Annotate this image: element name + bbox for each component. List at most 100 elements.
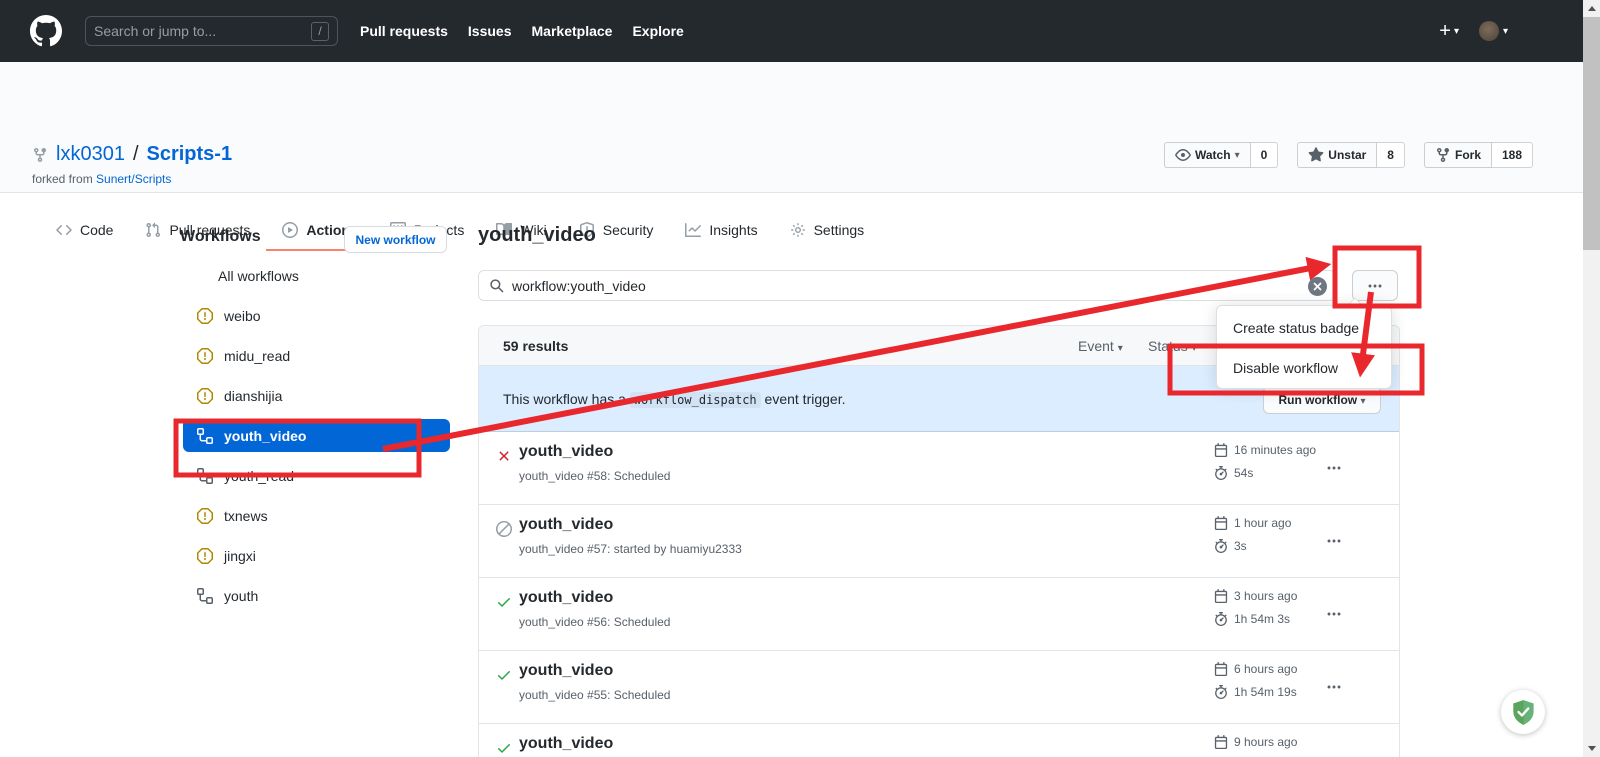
calendar-icon — [1214, 443, 1228, 457]
code-icon — [56, 222, 72, 238]
workflow-label: txnews — [224, 508, 268, 524]
create-new-button[interactable]: +▾ — [1439, 20, 1459, 43]
global-search[interactable]: / — [85, 16, 338, 46]
sidebar-item-jingxi[interactable]: jingxi — [183, 539, 450, 572]
run-time: 1 hour ago — [1214, 516, 1291, 530]
fork-button-group: Fork 188 — [1424, 142, 1533, 168]
stopwatch-icon — [1214, 539, 1228, 553]
header-nav-issues[interactable]: Issues — [468, 23, 512, 39]
tab-settings[interactable]: Settings — [774, 213, 881, 251]
sidebar-item-youth-read[interactable]: youth_read — [183, 459, 450, 492]
sidebar-item-youth-video[interactable]: youth_video — [183, 419, 450, 452]
run-duration: 1h 54m 19s — [1214, 685, 1297, 699]
stopwatch-icon — [1214, 612, 1228, 626]
workflow-icon — [197, 468, 213, 484]
scroll-up-icon[interactable] — [1583, 0, 1600, 17]
watch-count[interactable]: 0 — [1251, 142, 1279, 168]
run-title-link[interactable]: youth_video — [519, 589, 613, 607]
workflow-icon — [197, 428, 213, 444]
x-icon — [496, 448, 512, 464]
chevron-down-icon: ▾ — [1503, 26, 1508, 37]
clear-search-icon[interactable] — [1308, 277, 1327, 296]
run-title-link[interactable]: youth_video — [519, 443, 613, 461]
header-nav: Pull requests Issues Marketplace Explore — [360, 0, 684, 62]
run-options-icon[interactable] — [1324, 460, 1344, 476]
alert-octagon-icon — [197, 548, 213, 564]
run-title-link[interactable]: youth_video — [519, 735, 613, 753]
sidebar-item-txnews[interactable]: txnews — [183, 499, 450, 532]
top-header: / Pull requestsIssuesMarketplaceExplore … — [0, 0, 1583, 62]
star-icon — [1308, 147, 1324, 163]
unstar-button[interactable]: Unstar — [1297, 142, 1377, 168]
fork-button[interactable]: Fork — [1424, 142, 1492, 168]
workflow-options-button[interactable] — [1352, 270, 1398, 301]
search-icon — [489, 278, 504, 293]
header-nav-marketplace[interactable]: Marketplace — [532, 23, 613, 39]
calendar-icon — [1214, 589, 1228, 603]
menu-item-create-status-badge[interactable]: Create status badge — [1217, 308, 1391, 348]
workflow-label: youth_read — [224, 468, 294, 484]
sidebar-item-all-workflows[interactable]: All workflows — [183, 259, 450, 292]
watch-button[interactable]: Watch▾ — [1164, 142, 1251, 168]
global-search-input[interactable] — [94, 23, 311, 39]
workflow-label: All workflows — [218, 268, 299, 284]
repo-owner-link[interactable]: lxk0301 — [56, 143, 125, 166]
alert-octagon-icon — [197, 308, 213, 324]
page-scrollbar[interactable] — [1583, 0, 1600, 757]
play-icon — [282, 222, 298, 238]
runs-search-input[interactable] — [512, 278, 1325, 294]
sidebar-item-youth[interactable]: youth — [183, 579, 450, 612]
sidebar-item-dianshijia[interactable]: dianshijia — [183, 379, 450, 412]
forked-from-link[interactable]: Sunert/Scripts — [96, 172, 171, 186]
tab-code[interactable]: Code — [40, 213, 129, 251]
run-options-icon[interactable] — [1324, 752, 1344, 757]
kebab-icon — [1367, 278, 1383, 294]
run-workflow-button[interactable]: Run workflow ▾ — [1263, 386, 1381, 414]
run-subtitle: youth_video #58: Scheduled — [519, 469, 670, 483]
run-subtitle: youth_video #57: started by huamiyu2333 — [519, 542, 742, 556]
calendar-icon — [1214, 516, 1228, 530]
scroll-down-icon[interactable] — [1583, 740, 1600, 757]
user-menu[interactable]: ▾ — [1479, 21, 1508, 41]
run-title-link[interactable]: youth_video — [519, 516, 613, 534]
tab-insights[interactable]: Insights — [669, 213, 773, 251]
repo-title: lxk0301 / Scripts-1 — [32, 143, 232, 166]
fork-count[interactable]: 188 — [1492, 142, 1533, 168]
run-duration: 54s — [1214, 466, 1253, 480]
repo-tabs: CodePull requestsActionsProjectsWikiSecu… — [40, 213, 880, 251]
run-options-icon[interactable] — [1324, 533, 1344, 549]
header-nav-pull-requests[interactable]: Pull requests — [360, 23, 448, 39]
adguard-badge[interactable] — [1501, 690, 1545, 734]
calendar-icon — [1214, 735, 1228, 749]
run-options-icon[interactable] — [1324, 679, 1344, 695]
runs-panel: 59 results Event ▾ Status ▾ This workflo… — [478, 325, 1400, 757]
sidebar-item-midu-read[interactable]: midu_read — [183, 339, 450, 372]
star-count[interactable]: 8 — [1377, 142, 1405, 168]
alert-octagon-icon — [197, 508, 213, 524]
event-filter[interactable]: Event ▾ — [1078, 338, 1123, 354]
adguard-shield-icon — [1510, 699, 1537, 726]
repo-name-link[interactable]: Scripts-1 — [147, 143, 233, 166]
workflow-label: youth_video — [224, 428, 306, 444]
runs-search[interactable] — [478, 270, 1336, 301]
circle-slash-icon — [496, 521, 512, 537]
run-duration: 1h 54m 3s — [1214, 612, 1290, 626]
workflow-label: youth — [224, 588, 258, 604]
run-row: youth_videoyouth_video #55: Scheduled6 h… — [479, 651, 1399, 724]
gear-icon — [790, 222, 806, 238]
sidebar-item-weibo[interactable]: weibo — [183, 299, 450, 332]
stopwatch-icon — [1214, 685, 1228, 699]
run-title-link[interactable]: youth_video — [519, 662, 613, 680]
header-nav-explore[interactable]: Explore — [632, 23, 683, 39]
github-logo-icon[interactable] — [30, 15, 62, 47]
menu-item-disable-workflow[interactable]: Disable workflow — [1217, 348, 1391, 388]
avatar[interactable] — [1479, 21, 1499, 41]
page-title: youth_video — [478, 224, 596, 247]
run-row: youth_video 9 hours ago — [479, 724, 1399, 757]
status-filter[interactable]: Status ▾ — [1148, 338, 1197, 354]
new-workflow-button[interactable]: New workflow — [344, 226, 447, 253]
workflow-label: jingxi — [224, 548, 256, 564]
scrollbar-thumb[interactable] — [1583, 17, 1600, 250]
run-options-icon[interactable] — [1324, 606, 1344, 622]
run-time: 9 hours ago — [1214, 735, 1297, 749]
